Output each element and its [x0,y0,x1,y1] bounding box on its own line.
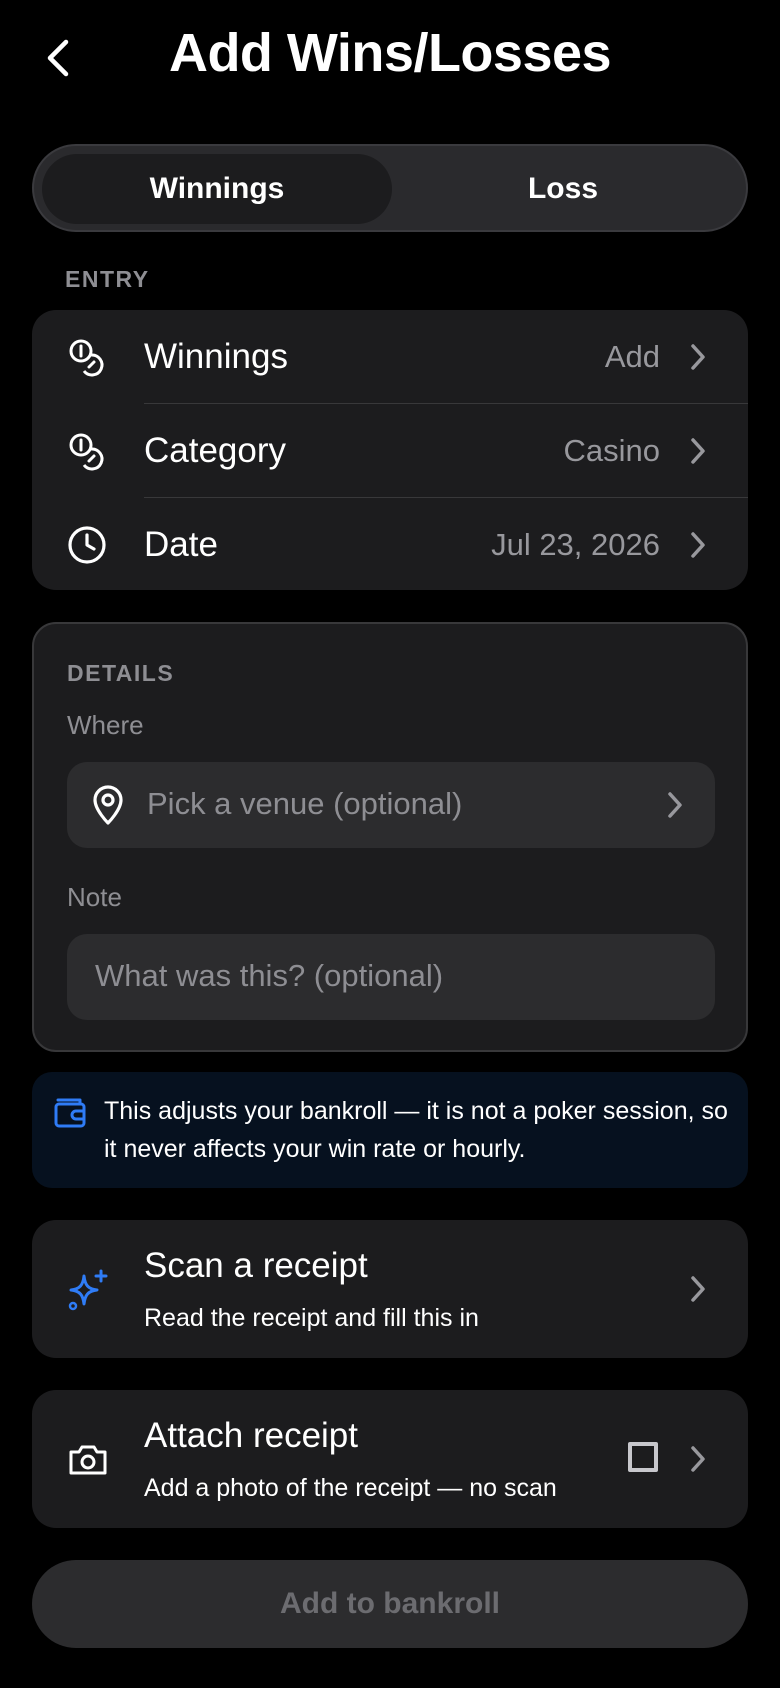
segment-winnings[interactable]: Winnings [42,154,392,224]
note-placeholder: What was this? (optional) [95,958,444,993]
add-wins-losses-screen: Add Wins/Losses Winnings Loss ENTRY Winn… [0,0,780,1688]
scan-receipt-title: Scan a receipt [144,1246,368,1285]
chevron-right-icon [691,532,705,558]
note-input[interactable]: What was this? (optional) [67,934,715,1020]
info-banner: This adjusts your bankroll — it is not a… [32,1072,748,1188]
chevron-right-icon [691,1276,705,1302]
chevron-right-icon [668,792,682,818]
camera-icon [69,1445,107,1475]
attach-receipt-title: Attach receipt [144,1416,358,1455]
venue-picker[interactable]: Pick a venue (optional) [67,762,715,848]
attach-receipt-checkbox[interactable] [628,1442,658,1472]
category-row-value: Casino [563,432,661,468]
chevron-right-icon [691,438,705,464]
date-row-label: Date [144,524,218,564]
clock-icon [68,526,106,564]
attach-receipt-card[interactable]: Attach receipt Add a photo of the receip… [32,1390,748,1528]
winnings-row[interactable]: Winnings Add [32,310,748,403]
coins-icon [69,433,104,471]
venue-placeholder: Pick a venue (optional) [147,786,463,821]
entry-section-title: ENTRY [65,266,150,292]
details-card: DETAILS Where Pick a venue (optional) No… [32,622,748,1052]
segment-loss[interactable]: Loss [388,154,738,224]
category-row[interactable]: Category Casino [32,404,748,497]
sparkles-icon [68,1269,108,1311]
winnings-row-label: Winnings [144,336,288,376]
date-row-value: Jul 23, 2026 [491,526,660,562]
where-label: Where [67,710,144,740]
type-segmented-control: Winnings Loss [32,144,748,232]
note-label: Note [67,882,122,912]
scan-receipt-card[interactable]: Scan a receipt Read the receipt and fill… [32,1220,748,1358]
entry-card: Winnings Add Category Casino Date Jul 23… [32,310,748,590]
winnings-row-value: Add [604,338,660,374]
map-pin-icon [93,785,123,825]
chevron-right-icon [691,1446,705,1472]
date-row[interactable]: Date Jul 23, 2026 [32,498,748,590]
add-to-bankroll-button[interactable]: Add to bankroll [32,1560,748,1648]
page-title: Add Wins/Losses [168,23,612,83]
header: Add Wins/Losses [0,0,780,120]
info-banner-text: This adjusts your bankroll — it is not a… [104,1097,728,1163]
coins-icon [69,339,104,377]
wallet-icon [54,1098,86,1128]
attach-receipt-subtitle: Add a photo of the receipt — no scan [144,1474,557,1502]
details-section-title: DETAILS [67,660,175,686]
scan-receipt-subtitle: Read the receipt and fill this in [144,1304,479,1332]
chevron-right-icon [691,344,705,370]
category-row-label: Category [144,430,287,470]
